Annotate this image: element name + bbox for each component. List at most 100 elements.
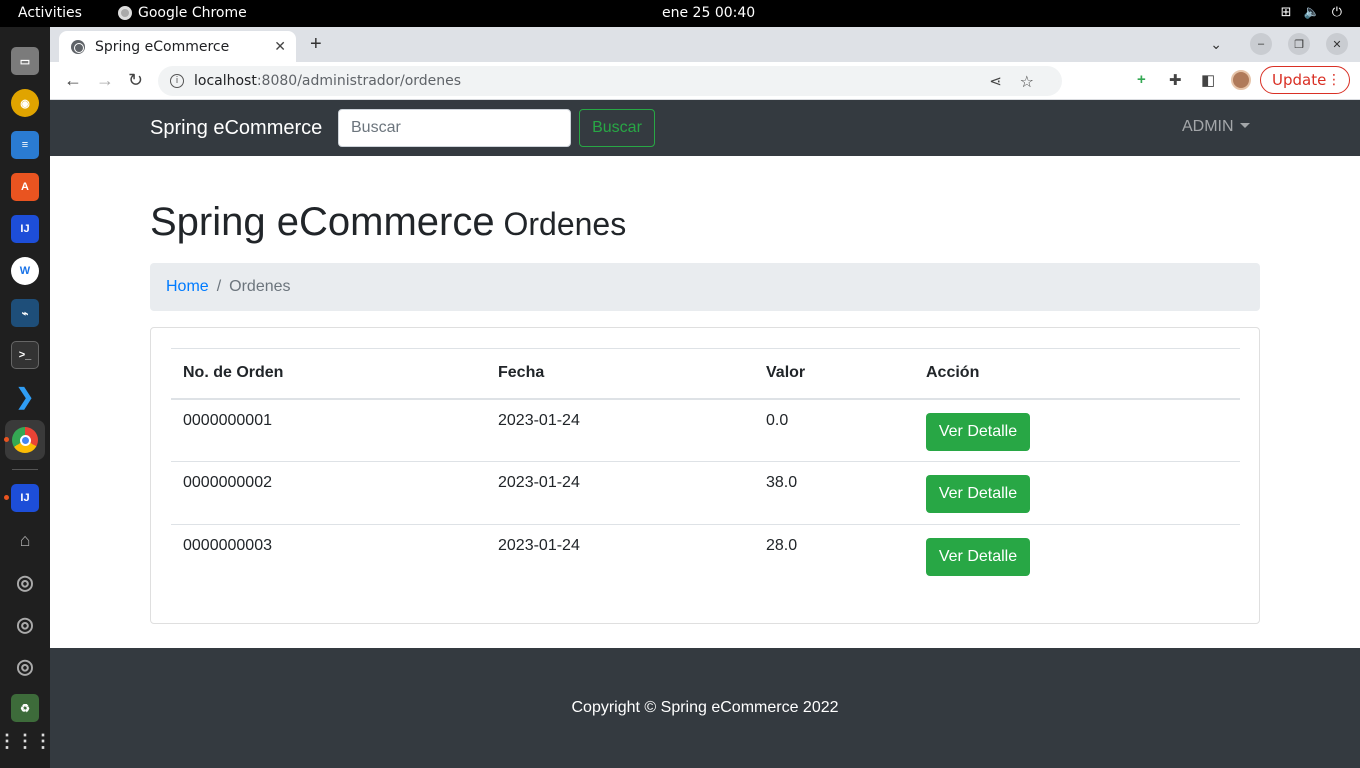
disk-icon[interactable]: ◎ <box>11 652 39 680</box>
browser-tab[interactable]: Spring eCommerce ✕ <box>59 31 296 62</box>
orders-table: No. de Orden Fecha Valor Acción 00000000… <box>171 348 1240 588</box>
order-action-cell: Ver Detalle <box>914 461 1240 525</box>
order-action-cell: Ver Detalle <box>914 525 1240 588</box>
column-header-action: Acción <box>914 348 1240 400</box>
update-label: Update <box>1272 71 1327 89</box>
forward-icon[interactable]: → <box>96 70 114 91</box>
bookmark-star-icon[interactable]: ☆ <box>1020 72 1034 91</box>
new-tab-button[interactable]: + <box>310 33 322 56</box>
globe-icon <box>71 39 85 54</box>
network-icon: ⊞ <box>1280 5 1292 20</box>
browser-toolbar: ← → ↻ i localhost:8080/administrador/ord… <box>50 62 1360 100</box>
order-number: 0000000002 <box>171 461 486 525</box>
table-header-row: No. de Orden Fecha Valor Acción <box>171 348 1240 400</box>
site-navbar: Spring eCommerce Buscar ADMIN <box>50 100 1360 156</box>
tab-strip: Spring eCommerce ✕ + ⌄ – ❐ ✕ <box>50 27 1360 62</box>
disk-icon[interactable]: ◎ <box>11 568 39 596</box>
close-tab-icon[interactable]: ✕ <box>274 39 286 55</box>
address-bar[interactable]: i localhost:8080/administrador/ordenes ⋖… <box>158 66 1062 96</box>
vscode-icon[interactable]: ❯ <box>11 383 39 411</box>
column-header-date: Fecha <box>486 348 754 400</box>
running-indicator <box>4 437 9 442</box>
view-detail-button[interactable]: Ver Detalle <box>926 538 1030 576</box>
writer-icon[interactable]: ≡ <box>11 131 39 159</box>
caret-down-icon <box>1239 123 1250 128</box>
rhythmbox-icon[interactable]: ◉ <box>11 89 39 117</box>
tab-title: Spring eCommerce <box>95 38 230 55</box>
column-header-order: No. de Orden <box>171 348 486 400</box>
app-menu[interactable]: Google Chrome <box>118 5 247 21</box>
profile-avatar[interactable] <box>1231 70 1251 90</box>
page-title-sub: Ordenes <box>503 206 627 242</box>
order-value: 0.0 <box>754 398 914 462</box>
app-menu-label: Google Chrome <box>138 5 247 21</box>
software-icon[interactable]: A <box>11 173 39 201</box>
tab-search-chevron-icon[interactable]: ⌄ <box>1210 36 1222 53</box>
apps-grid-icon[interactable]: ⋮⋮⋮ <box>0 727 52 755</box>
reload-icon[interactable]: ↻ <box>128 70 143 91</box>
side-panel-icon[interactable]: ◧ <box>1201 71 1215 89</box>
order-number: 0000000003 <box>183 537 272 554</box>
power-icon: ⏻ <box>1331 5 1342 20</box>
running-indicator <box>4 495 9 500</box>
search-input[interactable] <box>338 109 571 147</box>
view-detail-button[interactable]: Ver Detalle <box>926 412 1030 451</box>
orders-card: No. de Orden Fecha Valor Acción 00000000… <box>150 327 1260 624</box>
browser-window: Spring eCommerce ✕ + ⌄ – ❐ ✕ ← → ↻ i loc… <box>50 27 1360 768</box>
chrome-app-icon <box>118 6 132 20</box>
url-host: localhost <box>194 73 257 89</box>
copyright-text: Copyright © Spring eCommerce 2022 <box>571 699 839 716</box>
site-footer: Copyright © Spring eCommerce 2022 <box>50 648 1360 768</box>
order-date: 2023-01-24 <box>498 537 580 554</box>
window-controls: ⌄ – ❐ ✕ <box>1210 33 1348 55</box>
order-value: 38.0 <box>754 461 914 525</box>
table-row: 0000000003 2023-01-24 28.0 Ver Detalle <box>171 525 1240 588</box>
admin-dropdown-label: ADMIN <box>1182 118 1234 135</box>
site-info-icon[interactable]: i <box>170 74 184 88</box>
usb-icon[interactable]: ⌂ <box>11 526 39 554</box>
page-title-main: Spring eCommerce <box>150 200 495 244</box>
share-icon[interactable]: ⋖ <box>989 72 1002 90</box>
minimize-button[interactable]: – <box>1250 33 1272 55</box>
back-icon[interactable]: ← <box>64 70 82 91</box>
files-icon[interactable]: ▭ <box>11 47 39 75</box>
navbar-brand[interactable]: Spring eCommerce <box>150 117 322 140</box>
order-value: 28.0 <box>766 537 798 554</box>
intellij-running-icon[interactable]: IJ <box>11 484 39 512</box>
close-window-button[interactable]: ✕ <box>1326 33 1348 55</box>
menu-dots-icon: ⋮ <box>1327 72 1341 88</box>
column-header-value: Valor <box>754 348 914 400</box>
system-tray[interactable]: ⊞ 🔈 ⏻ <box>1281 5 1342 20</box>
order-action-cell: Ver Detalle <box>914 398 1240 462</box>
intellij-icon[interactable]: IJ <box>11 215 39 243</box>
breadcrumb-home-link[interactable]: Home <box>166 278 209 296</box>
terminal-icon[interactable]: >_ <box>11 341 39 369</box>
volume-icon: 🔈 <box>1303 5 1320 20</box>
admin-dropdown[interactable]: ADMIN <box>1182 118 1250 136</box>
chrome-icon <box>12 427 38 453</box>
page-viewport: Spring eCommerce Buscar ADMIN Spring eCo… <box>50 100 1360 768</box>
system-top-bar: Activities Google Chrome ene 25 00:40 ⊞ … <box>0 0 1360 27</box>
extension-plus-icon[interactable]: + <box>1137 71 1146 88</box>
disk-icon[interactable]: ◎ <box>11 610 39 638</box>
view-detail-button[interactable]: Ver Detalle <box>926 475 1030 513</box>
clock[interactable]: ene 25 00:40 <box>662 5 755 21</box>
breadcrumb-separator: / <box>216 278 222 295</box>
order-number: 0000000001 <box>171 398 486 462</box>
activities-button[interactable]: Activities <box>18 5 82 21</box>
order-date: 2023-01-24 <box>486 398 754 462</box>
chrome-dock-active[interactable] <box>5 420 45 460</box>
breadcrumb: Home / Ordenes <box>150 263 1260 311</box>
webstorm-icon[interactable]: W <box>11 257 39 285</box>
search-button[interactable]: Buscar <box>579 109 655 147</box>
update-button[interactable]: Update ⋮ <box>1260 66 1350 94</box>
table-row: 0000000002 2023-01-24 38.0 Ver Detalle <box>171 461 1240 525</box>
mysql-workbench-icon[interactable]: ⌁ <box>11 299 39 327</box>
dock-separator <box>12 469 38 470</box>
page-title: Spring eCommerce Ordenes <box>150 200 626 245</box>
extensions-puzzle-icon[interactable]: ✚ <box>1169 71 1182 89</box>
breadcrumb-current: Ordenes <box>229 278 291 295</box>
trash-icon[interactable]: ♻ <box>11 694 39 722</box>
maximize-button[interactable]: ❐ <box>1288 33 1310 55</box>
dock: ▭ ◉ ≡ A IJ W ⌁ >_ ❯ IJ ⌂ ◎ ◎ ◎ ♻ ⋮⋮⋮ <box>0 27 52 768</box>
